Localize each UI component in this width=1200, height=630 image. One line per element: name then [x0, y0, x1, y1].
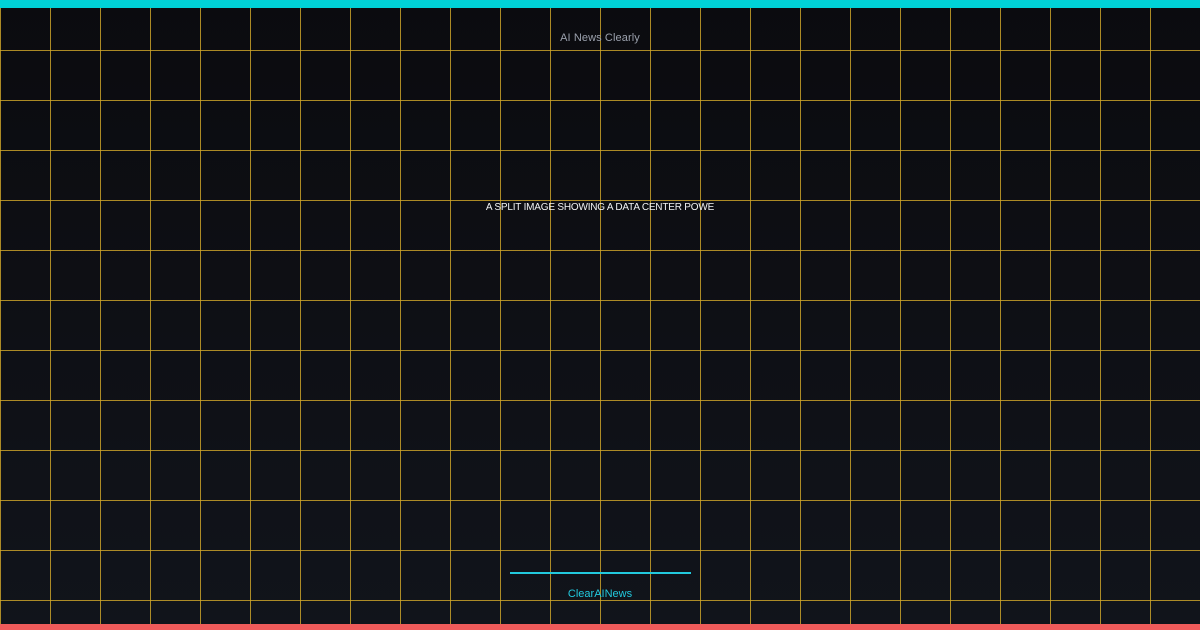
- headline: A SPLIT IMAGE SHOWING A DATA CENTER POWE: [485, 202, 715, 213]
- site-name: AI News Clearly: [560, 32, 640, 44]
- background-grid: [0, 0, 1200, 630]
- footer-brand: ClearAINews: [567, 588, 633, 600]
- top-accent-bar: [0, 0, 1200, 8]
- bottom-accent-bar: [0, 624, 1200, 630]
- og-card: AI News Clearly A SPLIT IMAGE SHOWING A …: [0, 0, 1200, 630]
- footer-divider: [510, 572, 691, 574]
